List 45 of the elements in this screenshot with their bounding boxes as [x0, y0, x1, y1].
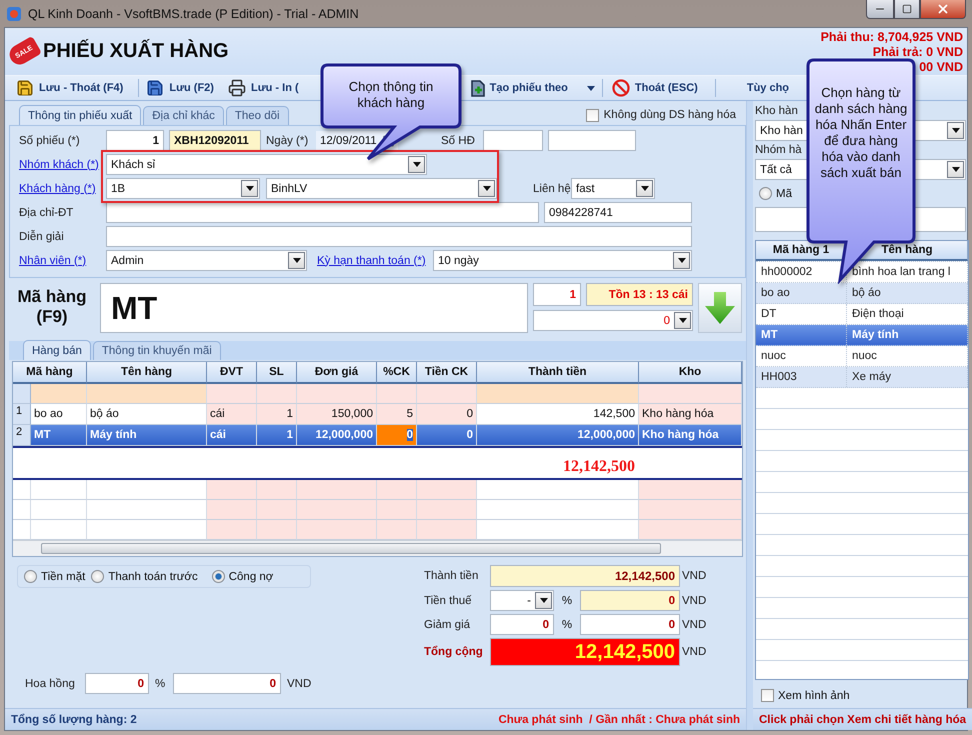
field-label: Kho hàn — [755, 105, 798, 117]
status-text: Chưa phát sinh / Gần nhất : Chưa phát sinh — [498, 714, 740, 726]
column-header: Tên hàng — [87, 362, 207, 384]
window-title: QL Kinh Doanh - VsoftBMS.trade (P Edition) - Trial - ADMIN — [28, 6, 360, 20]
field-label: Hoa hồng — [25, 678, 76, 690]
column-header: SL — [257, 362, 297, 384]
unit-label: VND — [681, 646, 708, 658]
balance-text: Phải trả: 0 VND — [872, 45, 963, 60]
balance-text: Phải thu: 8,704,925 VND — [820, 30, 963, 45]
field-label: Địa chỉ-ĐT — [18, 206, 74, 218]
column-header: Mã hàng — [13, 362, 87, 384]
stock-indicator: Tồn 13 : 13 cái — [586, 283, 693, 306]
field-label: Thành tiền — [424, 570, 480, 582]
field-label: Nhóm hà — [755, 144, 802, 156]
field-label: Ngày (*) — [265, 134, 310, 146]
field-label: Số HĐ — [441, 134, 476, 146]
column-header: ĐVT — [207, 362, 257, 384]
field-label: Liên hệ — [532, 182, 571, 194]
form-title: PHIẾU XUẤT HÀNG — [43, 40, 229, 63]
field-label: Giảm giá — [424, 618, 472, 630]
field-label: Tổng cộng — [424, 646, 484, 658]
balance-text: 00 VND — [919, 60, 963, 75]
status-text: Click phải chọn Xem chi tiết hàng hóa — [759, 714, 966, 726]
column-header: Kho — [639, 362, 742, 384]
unit-label: % — [155, 678, 166, 690]
checkbox-label: Không dùng DS hàng hóa — [604, 109, 736, 121]
status-text: Tổng số lượng hàng: 2 — [11, 714, 137, 726]
field-label: Tiền thuế — [424, 594, 473, 606]
column-header: Đơn giá — [297, 362, 377, 384]
field-label: Số phiếu (*) — [18, 134, 81, 146]
unit-label: % — [560, 618, 574, 630]
unit-label: VND — [681, 594, 708, 606]
row-number: 2 — [13, 425, 31, 446]
unit-label: VND — [681, 570, 708, 582]
column-header: Thành tiền — [477, 362, 639, 384]
grid-total: 12,142,500 — [563, 458, 636, 477]
field-label: Diễn giải — [18, 230, 65, 242]
row-number: 1 — [13, 404, 31, 425]
unit-label: VND — [681, 618, 708, 630]
column-header: Tiền CK — [417, 362, 477, 384]
unit-label: VND — [287, 678, 312, 690]
column-header: %CK — [377, 362, 417, 384]
column-header: Mã hàng 1 — [756, 241, 847, 261]
product-code-label: Mã hàng (F9) — [16, 286, 88, 328]
unit-label: % — [560, 594, 574, 606]
